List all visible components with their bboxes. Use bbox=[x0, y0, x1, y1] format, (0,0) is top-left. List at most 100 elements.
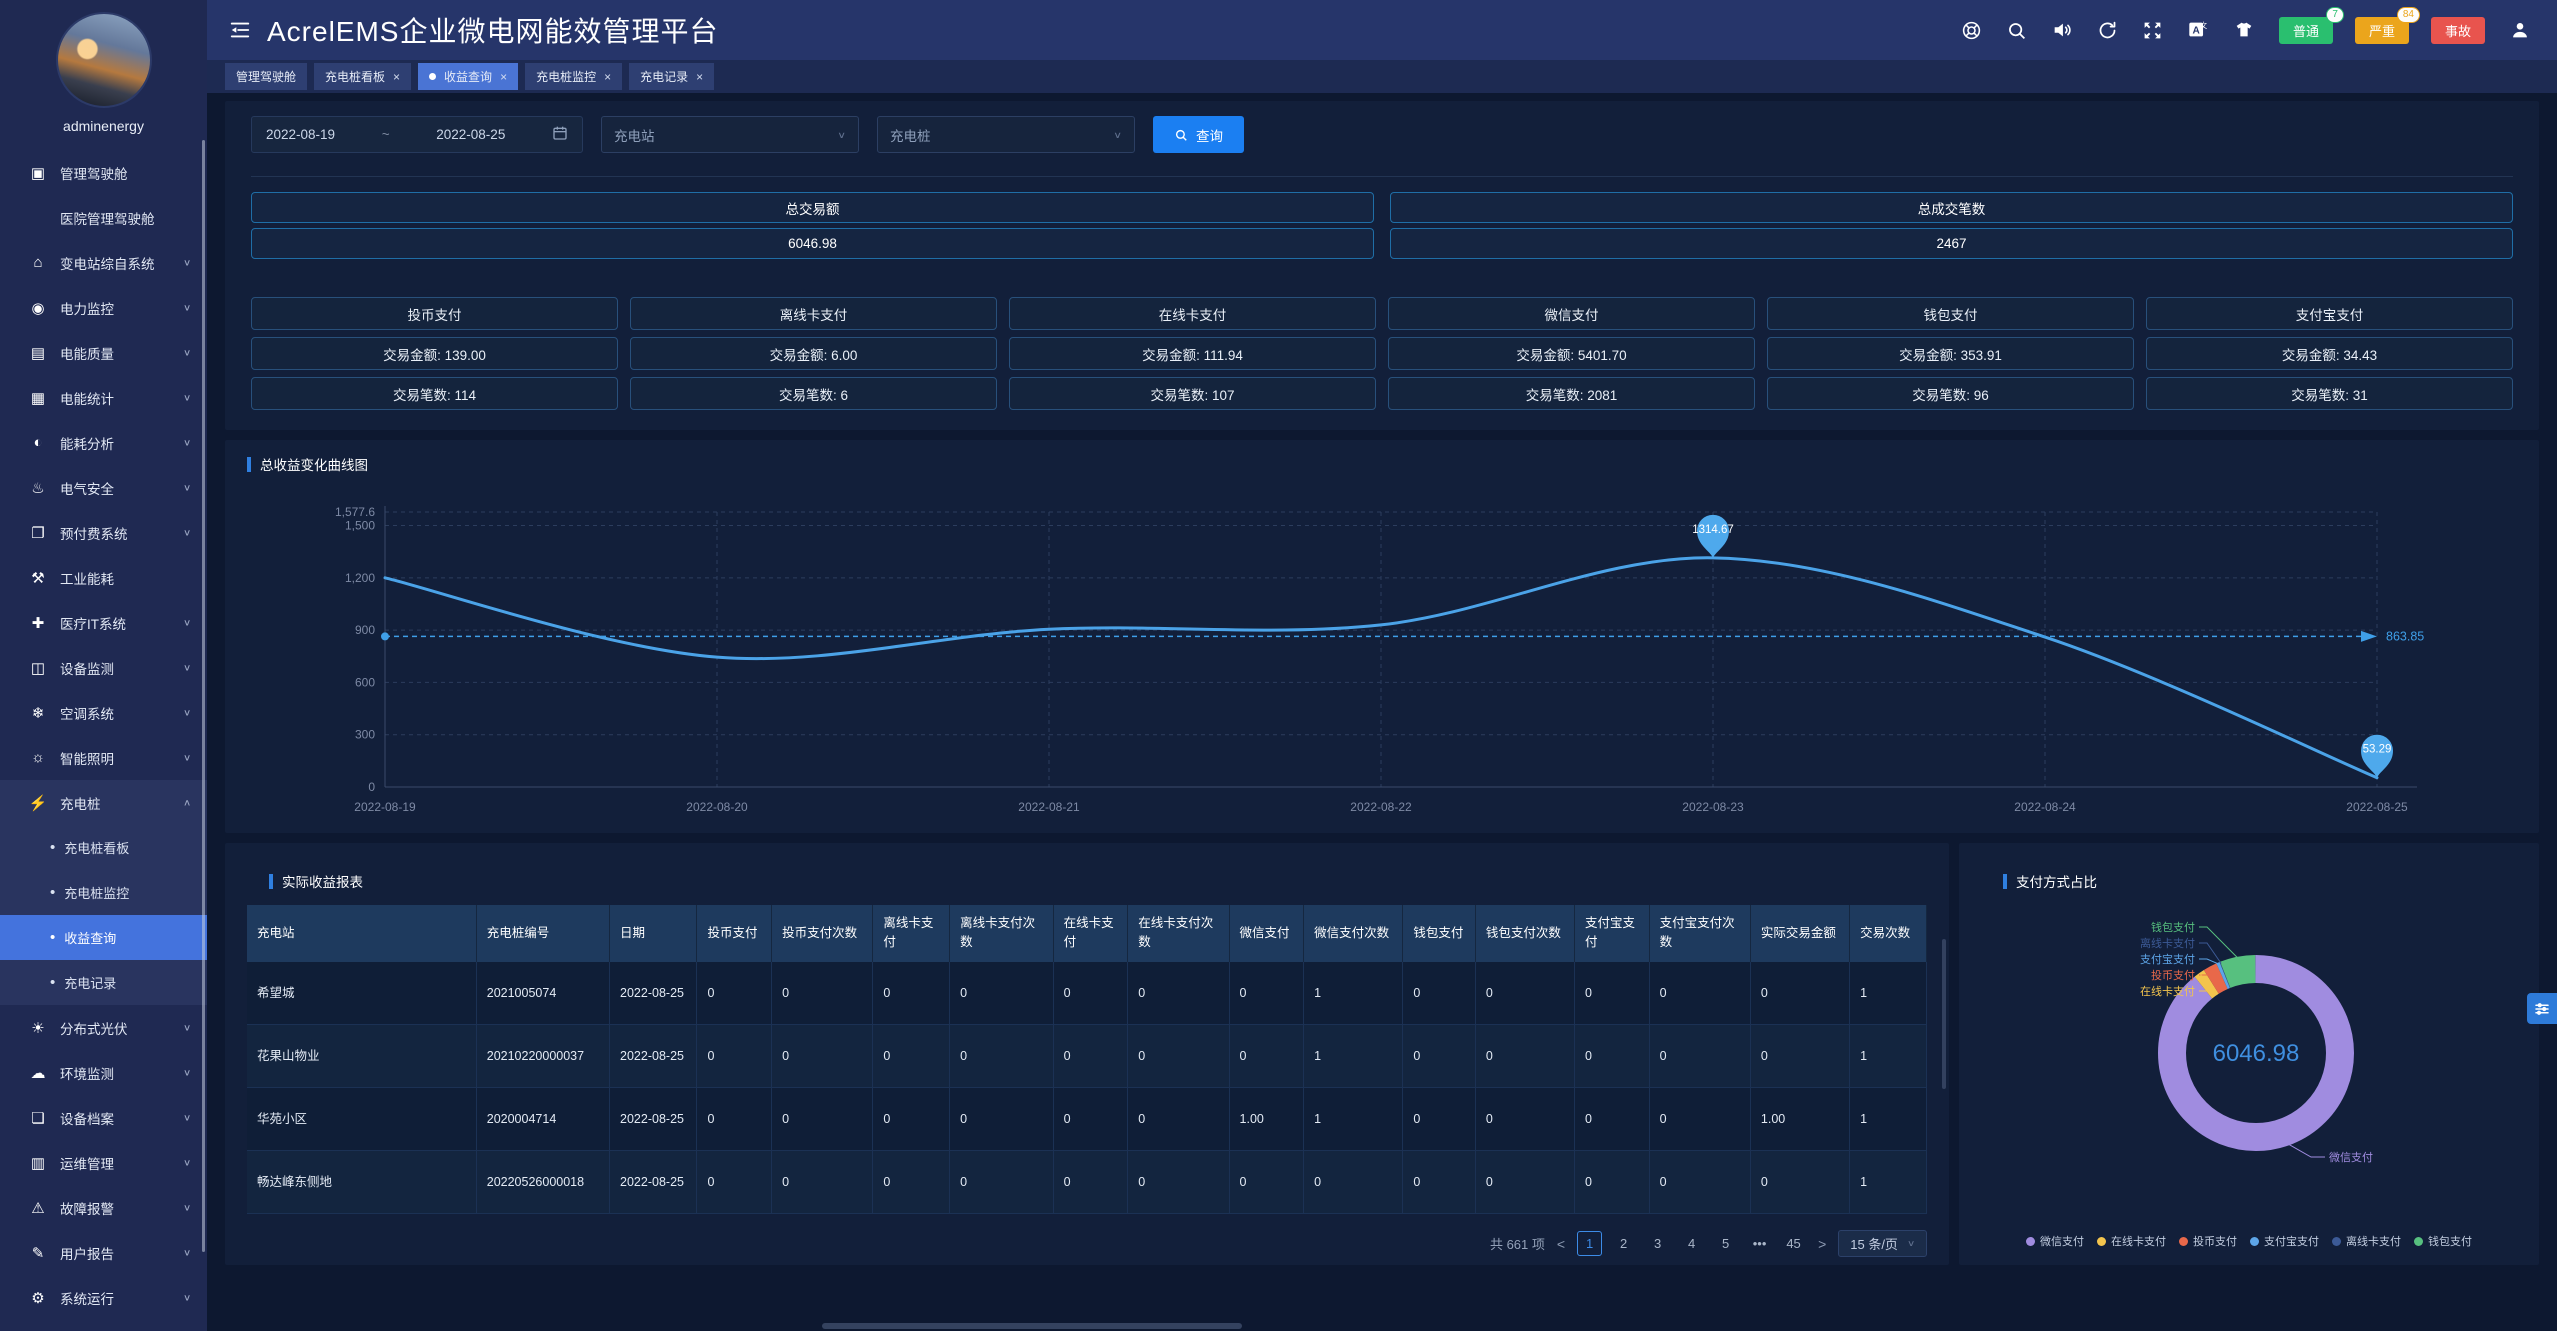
legend-item[interactable]: 在线卡支付 bbox=[2097, 1233, 2166, 1249]
sound-icon[interactable] bbox=[2051, 19, 2073, 41]
svg-text:2022-08-19: 2022-08-19 bbox=[354, 800, 416, 814]
total-label: 总成交笔数 bbox=[1390, 192, 2513, 223]
table-row[interactable]: 畅达峰东侧地202205260000182022-08-250000000000… bbox=[247, 1151, 1927, 1214]
table-cell: 0 bbox=[697, 1088, 772, 1151]
alarm-button-severe[interactable]: 严重84 bbox=[2355, 17, 2409, 44]
sidebar-item-hospital-cockpit[interactable]: 医院管理驾驶舱 bbox=[0, 195, 207, 240]
sidebar-item-energy-statistics[interactable]: ▦电能统计∨ bbox=[0, 375, 207, 420]
sidebar-item-environment-monitoring[interactable]: ☁环境监测∨ bbox=[0, 1050, 207, 1095]
legend-item[interactable]: 钱包支付 bbox=[2414, 1233, 2472, 1249]
sidebar-group-charging-pile: ⚡充电桩∧•充电桩看板•充电桩监控•收益查询•充电记录 bbox=[0, 780, 207, 1005]
payment-amount: 交易金额: 111.94 bbox=[1009, 337, 1376, 370]
sidebar-item-power-monitoring[interactable]: ◉电力监控∨ bbox=[0, 285, 207, 330]
sidebar-item-medical-it[interactable]: ✚医疗IT系统∨ bbox=[0, 600, 207, 645]
menu-collapse-icon[interactable] bbox=[229, 19, 251, 41]
chevron-down-icon: ∨ bbox=[183, 392, 191, 402]
page-button-1[interactable]: 1 bbox=[1577, 1231, 1602, 1256]
sidebar-item-ops-management[interactable]: ▥运维管理∨ bbox=[0, 1140, 207, 1185]
table-cell: 0 bbox=[1649, 1151, 1750, 1214]
refresh-icon[interactable] bbox=[2097, 20, 2118, 41]
theme-shirt-icon[interactable] bbox=[2233, 19, 2255, 41]
legend-label: 支付宝支付 bbox=[2264, 1233, 2319, 1249]
legend-item[interactable]: 微信支付 bbox=[2026, 1233, 2084, 1249]
sidebar-item-smart-lighting[interactable]: ☼智能照明∨ bbox=[0, 735, 207, 780]
alarm-button-normal[interactable]: 普通7 bbox=[2279, 17, 2333, 44]
sidebar-item-management-cockpit[interactable]: ▣管理驾驶舱 bbox=[0, 150, 207, 195]
system-icon: ⚙ bbox=[28, 1289, 48, 1307]
close-icon[interactable]: × bbox=[604, 71, 611, 83]
sidebar-subitem-charging-records[interactable]: •充电记录 bbox=[0, 960, 207, 1005]
help-icon[interactable] bbox=[1961, 20, 1982, 41]
prev-page-button[interactable]: < bbox=[1554, 1236, 1568, 1252]
close-icon[interactable]: × bbox=[500, 71, 507, 83]
page-size-select[interactable]: 15 条/页∨ bbox=[1838, 1230, 1927, 1257]
table-row[interactable]: 花果山物业202102200000372022-08-2500000001000… bbox=[247, 1025, 1927, 1088]
table-cell: 1 bbox=[1850, 962, 1927, 1025]
sidebar-item-device-monitoring[interactable]: ◫设备监测∨ bbox=[0, 645, 207, 690]
tab-charge-records[interactable]: 充电记录× bbox=[629, 63, 714, 90]
page-button-2[interactable]: 2 bbox=[1611, 1231, 1636, 1256]
header-actions: A文 普通7 严重84 事故 bbox=[1961, 17, 2531, 44]
sidebar-item-fault-alarm[interactable]: ⚠故障报警∨ bbox=[0, 1185, 207, 1230]
user-icon[interactable] bbox=[2509, 19, 2531, 41]
table-scrollbar[interactable] bbox=[1942, 939, 1946, 1089]
table-row[interactable]: 华苑小区20200047142022-08-250000001.00100001… bbox=[247, 1088, 1927, 1151]
table-cell: 0 bbox=[1750, 1025, 1849, 1088]
pagination-total: 共 661 项 bbox=[1490, 1234, 1545, 1253]
sidebar-item-energy-analysis[interactable]: ◐能耗分析∨ bbox=[0, 420, 207, 465]
active-tab-dot bbox=[429, 73, 436, 80]
page-button-4[interactable]: 4 bbox=[1679, 1231, 1704, 1256]
date-range-picker[interactable]: 2022-08-19 ~ 2022-08-25 bbox=[251, 116, 583, 153]
table-cell: 0 bbox=[1229, 1151, 1304, 1214]
sidebar-item-device-archive[interactable]: ❏设备档案∨ bbox=[0, 1095, 207, 1140]
settings-float-button[interactable] bbox=[2527, 993, 2557, 1024]
column-header: 在线卡支付次数 bbox=[1128, 905, 1229, 962]
pagination-ellipsis[interactable]: ••• bbox=[1747, 1231, 1772, 1256]
close-icon[interactable]: × bbox=[696, 71, 703, 83]
username: adminenergy bbox=[0, 118, 207, 134]
sidebar-item-hvac-system[interactable]: ❄空调系统∨ bbox=[0, 690, 207, 735]
column-header: 钱包支付次数 bbox=[1475, 905, 1574, 962]
sidebar-item-electrical-safety[interactable]: ♨电气安全∨ bbox=[0, 465, 207, 510]
legend-item[interactable]: 离线卡支付 bbox=[2332, 1233, 2401, 1249]
station-select[interactable]: 充电站 ∨ bbox=[601, 116, 859, 153]
search-button[interactable]: 查询 bbox=[1153, 116, 1244, 153]
tab-pile-monitor[interactable]: 充电桩监控× bbox=[525, 63, 622, 90]
tab-cockpit[interactable]: 管理驾驶舱 bbox=[225, 63, 307, 90]
sidebar-subitem-revenue-query[interactable]: •收益查询 bbox=[0, 915, 207, 960]
tab-revenue-query[interactable]: 收益查询× bbox=[418, 63, 518, 90]
tab-pile-board[interactable]: 充电桩看板× bbox=[314, 63, 411, 90]
table-cell: 0 bbox=[1128, 1025, 1229, 1088]
svg-text:1,500: 1,500 bbox=[345, 519, 375, 533]
legend-item[interactable]: 投币支付 bbox=[2179, 1233, 2237, 1249]
table-row[interactable]: 希望城20210050742022-08-2500000001000001 bbox=[247, 962, 1927, 1025]
avatar[interactable] bbox=[56, 12, 152, 108]
translate-icon[interactable]: A文 bbox=[2187, 19, 2209, 41]
sidebar-item-power-quality[interactable]: ▤电能质量∨ bbox=[0, 330, 207, 375]
search-icon[interactable] bbox=[2006, 20, 2027, 41]
close-icon[interactable]: × bbox=[393, 71, 400, 83]
next-page-button[interactable]: > bbox=[1815, 1236, 1829, 1252]
alarm-button-accident[interactable]: 事故 bbox=[2431, 17, 2485, 44]
page-button-3[interactable]: 3 bbox=[1645, 1231, 1670, 1256]
page-button-5[interactable]: 5 bbox=[1713, 1231, 1738, 1256]
horizontal-scrollbar[interactable] bbox=[822, 1323, 1242, 1329]
page-button-45[interactable]: 45 bbox=[1781, 1231, 1806, 1256]
payment-name: 投币支付 bbox=[251, 297, 618, 330]
sidebar-scrollbar[interactable] bbox=[202, 140, 205, 1252]
sidebar-subitem-pile-monitoring[interactable]: •充电桩监控 bbox=[0, 870, 207, 915]
sidebar-item-distributed-pv[interactable]: ☀分布式光伏∨ bbox=[0, 1005, 207, 1050]
sidebar-item-system-operation[interactable]: ⚙系统运行∨ bbox=[0, 1275, 207, 1320]
fullscreen-icon[interactable] bbox=[2142, 20, 2163, 41]
sidebar-item-industrial-energy[interactable]: ⚒工业能耗 bbox=[0, 555, 207, 600]
sidebar-item-prepaid-system[interactable]: ❐预付费系统∨ bbox=[0, 510, 207, 555]
sidebar-item-charging-pile[interactable]: ⚡充电桩∧ bbox=[0, 780, 207, 825]
sidebar-item-substation-system[interactable]: ⌂变电站综自系统∨ bbox=[0, 240, 207, 285]
pile-select[interactable]: 充电桩 ∨ bbox=[877, 116, 1135, 153]
sidebar-subitem-pile-dashboard[interactable]: •充电桩看板 bbox=[0, 825, 207, 870]
bullet-icon: • bbox=[50, 885, 55, 900]
legend-item[interactable]: 支付宝支付 bbox=[2250, 1233, 2319, 1249]
payment-card-alipay: 支付宝支付交易金额: 34.43交易笔数: 31 bbox=[2146, 297, 2513, 410]
sidebar-item-user-report[interactable]: ✎用户报告∨ bbox=[0, 1230, 207, 1275]
payment-count: 交易笔数: 107 bbox=[1009, 377, 1376, 410]
